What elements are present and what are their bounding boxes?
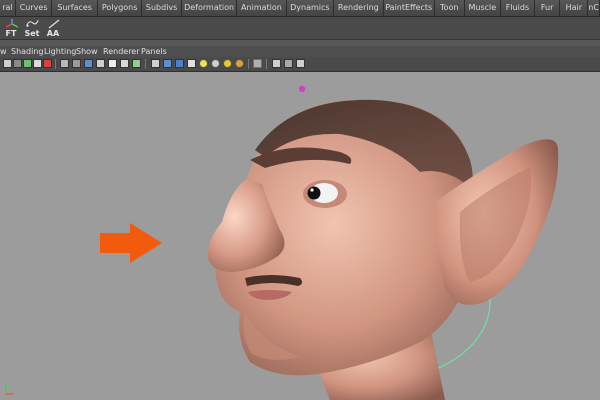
viewport-toolbar <box>0 57 600 72</box>
menu-lighting[interactable]: Lighting <box>44 46 76 57</box>
pupil <box>307 186 321 200</box>
tab-animation[interactable]: Animation <box>237 0 287 16</box>
menu-show[interactable]: Show <box>76 46 98 57</box>
tab-fluids[interactable]: Fluids <box>501 0 535 16</box>
tab-toon[interactable]: Toon <box>434 0 465 16</box>
isolate-select-icon[interactable] <box>253 59 262 68</box>
set-button[interactable]: Set <box>22 18 42 38</box>
shelf: FT Set AA <box>0 17 600 39</box>
freeze-transform-icon <box>5 19 19 28</box>
textured-icon[interactable] <box>187 59 196 68</box>
shadows-icon[interactable] <box>211 59 220 68</box>
bookmarks-icon[interactable] <box>23 59 32 68</box>
tab-subdivs[interactable]: Subdivs <box>142 0 182 16</box>
anti-alias-icon <box>48 19 60 29</box>
tab-ncloth[interactable]: nC <box>588 0 600 16</box>
film-gate-icon[interactable] <box>72 59 81 68</box>
tab-rendering[interactable]: Rendering <box>334 0 384 16</box>
high-quality-icon[interactable] <box>223 59 232 68</box>
maya-window: ral Curves Surfaces Polygons Subdivs Def… <box>0 0 600 400</box>
xray-joints-icon[interactable] <box>284 59 293 68</box>
shelf-tab-bar: ral Curves Surfaces Polygons Subdivs Def… <box>0 0 600 17</box>
toolbar-separator <box>145 59 146 69</box>
set-icon <box>26 20 39 27</box>
tab-deformation[interactable]: Deformation <box>181 0 238 16</box>
set-label: Set <box>24 29 40 38</box>
grid-icon[interactable] <box>60 59 69 68</box>
menu-shading[interactable]: Shading <box>11 46 44 57</box>
tab-dynamics[interactable]: Dynamics <box>286 0 335 16</box>
pivot-marker-icon <box>298 85 306 93</box>
menu-renderer[interactable]: Renderer <box>103 46 140 57</box>
safe-title-icon[interactable] <box>132 59 141 68</box>
safe-action-icon[interactable] <box>120 59 129 68</box>
tab-curves[interactable]: Curves <box>15 0 53 16</box>
menu-view[interactable]: w <box>0 46 7 57</box>
menu-panels[interactable]: Panels <box>141 46 167 57</box>
two-d-pan-zoom-icon[interactable] <box>43 59 52 68</box>
toolbar-separator <box>266 59 267 69</box>
wireframe-on-shaded-icon[interactable] <box>175 59 184 68</box>
tab-surfaces[interactable]: Surfaces <box>52 0 98 16</box>
axis-gizmo-icon <box>5 384 14 395</box>
xray-components-icon[interactable] <box>296 59 305 68</box>
use-all-lights-icon[interactable] <box>199 59 208 68</box>
freeze-transform-button[interactable]: FT <box>2 18 20 38</box>
wireframe-icon[interactable] <box>151 59 160 68</box>
annotation-arrow-icon <box>100 223 162 263</box>
gate-mask-icon[interactable] <box>96 59 105 68</box>
tab-muscle[interactable]: Muscle <box>464 0 502 16</box>
freeze-transform-label: FT <box>5 29 17 38</box>
viewport-scene <box>5 85 559 400</box>
tab-hair[interactable]: Hair <box>560 0 589 16</box>
xray-icon[interactable] <box>272 59 281 68</box>
tab-painteffects[interactable]: PaintEffects <box>383 0 435 16</box>
perspective-viewport[interactable] <box>0 72 600 400</box>
tab-general[interactable]: ral <box>0 0 16 16</box>
anti-alias-label: AA <box>46 29 60 38</box>
select-camera-icon[interactable] <box>3 59 12 68</box>
eye-highlight <box>310 188 314 192</box>
tab-polygons[interactable]: Polygons <box>97 0 143 16</box>
resolution-gate-icon[interactable] <box>84 59 93 68</box>
toolbar-separator <box>248 59 249 69</box>
smooth-shade-icon[interactable] <box>163 59 172 68</box>
toolbar-separator <box>55 59 56 69</box>
ambient-occlusion-icon[interactable] <box>235 59 244 68</box>
camera-attributes-icon[interactable] <box>13 59 22 68</box>
tab-fur[interactable]: Fur <box>534 0 561 16</box>
panel-menu-bar: w Shading Lighting Show Renderer Panels <box>0 46 600 57</box>
anti-alias-button[interactable]: AA <box>44 18 62 38</box>
field-chart-icon[interactable] <box>108 59 117 68</box>
image-plane-icon[interactable] <box>33 59 42 68</box>
